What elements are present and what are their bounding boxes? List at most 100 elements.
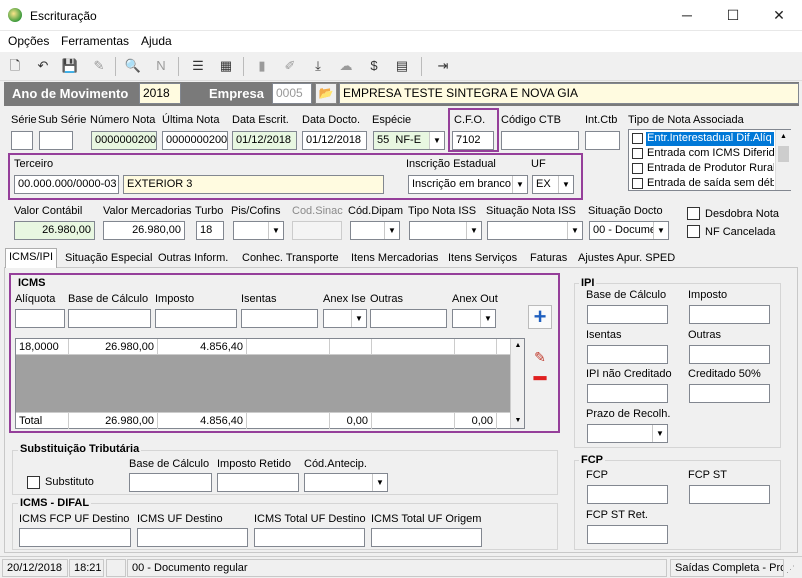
maximize-button[interactable]: ☐ (710, 0, 756, 31)
money-icon[interactable]: $ (365, 57, 383, 75)
exit-icon[interactable]: ⇥ (434, 57, 452, 75)
status-situacao: 00 - Documento regular (127, 559, 667, 577)
serie-field[interactable] (11, 131, 33, 150)
especie-select[interactable]: 55 NF-E ▼ (373, 131, 445, 150)
intctb-field[interactable] (585, 131, 620, 150)
open-folder-icon[interactable]: 📂 (315, 83, 337, 104)
menu-ferramentas[interactable]: Ferramentas (61, 34, 129, 48)
list-icon[interactable]: ☰ (189, 57, 207, 75)
anex-out-select[interactable]: ▼ (452, 309, 496, 328)
save-icon[interactable]: 💾 (61, 57, 79, 75)
ipi-base-field[interactable] (587, 305, 668, 324)
anex-ise-select[interactable]: ▼ (323, 309, 367, 328)
cfo-field[interactable]: 7102 (452, 131, 494, 150)
ipi-outras-field[interactable] (689, 345, 770, 364)
fcp-st-ret-field[interactable] (587, 525, 668, 544)
piscofins-select[interactable]: ▼ (233, 221, 284, 240)
add-icon[interactable]: + (528, 305, 552, 329)
desdobra-checkbox[interactable] (687, 207, 700, 220)
substituto-checkbox[interactable] (27, 476, 40, 489)
data-escrit-field[interactable]: 01/12/2018 (232, 131, 297, 150)
st-base-field[interactable] (129, 473, 212, 492)
tipo-nota-item-0[interactable]: Entr.Interestadual Dif.Alíq (646, 132, 774, 146)
ultima-field[interactable]: 0000000200 (162, 131, 228, 150)
tab-conhec-transporte[interactable]: Conhec. Transporte (239, 250, 342, 268)
folder-icon[interactable]: ▮ (253, 57, 271, 75)
icms-outras-label: Outras (370, 293, 404, 305)
report-icon[interactable]: ▤ (393, 57, 411, 75)
ipi-imposto-field[interactable] (689, 305, 770, 324)
st-cod-select[interactable]: ▼ (304, 473, 388, 492)
difal-total-dest-field[interactable] (254, 528, 365, 547)
calculator-icon[interactable]: ▦ (217, 57, 235, 75)
tipo-iss-select[interactable]: ▼ (409, 221, 482, 240)
ipi-creditado-field[interactable] (689, 384, 770, 403)
cfo-label: C.F.O. (454, 114, 486, 126)
tipo-nota-scrollbar[interactable]: ▲ (775, 130, 791, 190)
nfe-icon[interactable]: N (152, 57, 170, 75)
tab-itens-servicos[interactable]: Itens Serviços (445, 250, 520, 268)
scroll-down-icon[interactable]: ▼ (511, 414, 525, 428)
icms-isentas-field[interactable] (241, 309, 318, 328)
ie-select[interactable]: Inscrição em branco ▼ (408, 175, 528, 194)
st-imposto-field[interactable] (217, 473, 299, 492)
clear-icon[interactable]: ✎ (90, 57, 108, 75)
ano-field[interactable]: 2018 (139, 83, 181, 104)
icms-outras-field[interactable] (370, 309, 447, 328)
fcp-field[interactable] (587, 485, 668, 504)
tab-itens-mercadorias[interactable]: Itens Mercadorias (348, 250, 441, 268)
empresa-code-field[interactable]: 0005 (272, 83, 312, 104)
difal-fcp-label: ICMS FCP UF Destino (19, 513, 130, 525)
prazo-select[interactable]: ▼ (587, 424, 668, 443)
tab-faturas[interactable]: Faturas (527, 250, 570, 268)
menu-opcoes[interactable]: Opções (8, 34, 49, 48)
uf-select[interactable]: EX ▼ (532, 175, 574, 194)
icms-base-field[interactable] (68, 309, 151, 328)
edit-icon[interactable]: ✐ (281, 57, 299, 75)
edit-pencil-icon[interactable]: ✎ (528, 346, 552, 368)
valor-contabil-field[interactable]: 26.980,00 (14, 221, 95, 240)
numero-field[interactable]: 0000000200 (91, 131, 157, 150)
coddipam-select[interactable]: ▼ (350, 221, 400, 240)
valor-merc-field[interactable]: 26.980,00 (103, 221, 185, 240)
turbo-field[interactable]: 18 (196, 221, 224, 240)
tipo-nota-item-1[interactable]: Entrada com ICMS Diferido (647, 147, 774, 159)
icms-imposto-field[interactable] (155, 309, 237, 328)
new-icon[interactable]: 🗋 (6, 57, 24, 75)
codigo-ctb-field[interactable] (501, 131, 579, 150)
close-button[interactable]: ✕ (756, 0, 802, 31)
difal-fcp-field[interactable] (19, 528, 131, 547)
difal-total-orig-field[interactable] (371, 528, 482, 547)
terceiro-code-field[interactable]: 00.000.000/0000-03 (14, 175, 119, 194)
situacao-docto-select[interactable]: 00 - Documen ▼ (589, 221, 669, 240)
scroll-up-icon[interactable]: ▲ (511, 339, 525, 353)
subserie-field[interactable] (39, 131, 73, 150)
table-row[interactable]: 18,0000 26.980,00 4.856,40 (16, 339, 510, 355)
print-preview-icon[interactable]: 🔍 (124, 57, 142, 75)
tab-outras-inform[interactable]: Outras Inform. (155, 250, 231, 268)
data-docto-field[interactable]: 01/12/2018 (302, 131, 367, 150)
cloud-icon[interactable]: ☁ (337, 57, 355, 75)
situacao-iss-select[interactable]: ▼ (487, 221, 583, 240)
undo-icon[interactable]: ↶ (34, 57, 52, 75)
import-icon[interactable]: ⤓ (309, 57, 327, 75)
ipi-nao-creditado-field[interactable] (587, 384, 668, 403)
aliquota-field[interactable] (15, 309, 65, 328)
nf-cancelada-checkbox[interactable] (687, 225, 700, 238)
fcp-st-field[interactable] (689, 485, 770, 504)
minimize-button[interactable]: ─ (664, 0, 710, 31)
tipo-nota-item-3[interactable]: Entrada de saída sem débi (647, 177, 774, 189)
icms-grid-scrollbar[interactable]: ▲ ▼ (510, 339, 524, 428)
tipo-nota-list[interactable]: Entr.Interestadual Dif.Alíq Entrada com … (628, 129, 791, 191)
tab-icms-ipi[interactable]: ICMS/IPI (5, 248, 58, 268)
resize-grip-icon[interactable]: ⋰ (786, 563, 798, 575)
tab-situacao-especial[interactable]: Situação Especial (62, 250, 155, 268)
tab-ajustes-apur-sped[interactable]: Ajustes Apur. SPED (575, 250, 678, 268)
anex-out-label: Anex Out (452, 293, 498, 305)
remove-icon[interactable]: ━ (528, 369, 552, 391)
difal-uf-dest-field[interactable] (137, 528, 248, 547)
numero-label: Número Nota (90, 114, 156, 126)
menu-ajuda[interactable]: Ajuda (141, 34, 172, 48)
tipo-nota-item-2[interactable]: Entrada de Produtor Rural (647, 162, 774, 174)
ipi-isentas-field[interactable] (587, 345, 668, 364)
